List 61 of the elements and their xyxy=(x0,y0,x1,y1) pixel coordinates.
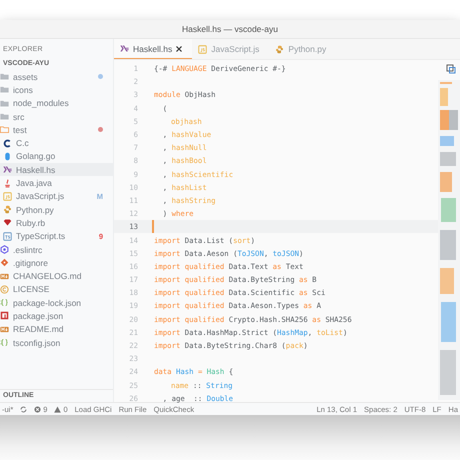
file-name: LICENSE xyxy=(13,284,50,294)
file-name: Golang.go xyxy=(16,151,56,162)
file-name: test xyxy=(13,124,28,135)
file-name: JavaScript.js xyxy=(16,191,66,202)
file-name: icons xyxy=(13,84,34,95)
file-tree-item[interactable]: Haskell.hs xyxy=(0,163,113,176)
file-name: TypeScript.ts xyxy=(16,231,66,242)
file-tree-item[interactable]: README.md xyxy=(0,322,113,336)
file-icon xyxy=(3,178,12,188)
file-name: node_modules xyxy=(13,98,70,108)
file-tree-item[interactable]: .gitignore xyxy=(0,256,113,270)
file-name: README.md xyxy=(13,324,65,334)
file-tree-item[interactable]: Java.java xyxy=(0,176,113,190)
text-cursor xyxy=(152,220,154,234)
file-tree-item[interactable]: icons xyxy=(0,83,113,97)
file-tree-item[interactable]: src xyxy=(0,110,113,124)
file-name: Haskell.hs xyxy=(16,164,56,175)
file-tree-item[interactable]: tsconfig.json xyxy=(0,336,113,350)
file-tree-item[interactable]: assets xyxy=(0,70,113,84)
file-name: Ruby.rb xyxy=(16,218,46,228)
file-icon xyxy=(120,44,129,53)
editor-tab[interactable]: Haskell.hs xyxy=(114,39,192,59)
file-icon xyxy=(0,298,9,308)
editor-tab[interactable]: Python.py xyxy=(269,39,336,59)
file-tree-item[interactable]: package-lock.json xyxy=(0,296,113,310)
file-tree-item[interactable]: LICENSE xyxy=(0,282,113,296)
close-icon[interactable] xyxy=(176,46,182,52)
sync-icon[interactable] xyxy=(20,406,28,412)
file-icon xyxy=(3,205,12,214)
file-tree-item[interactable]: CHANGELOG.md xyxy=(0,269,113,283)
file-tree-item[interactable]: package.json xyxy=(0,309,113,323)
file-name: .eslintrc xyxy=(13,244,44,254)
file-icon xyxy=(0,338,9,348)
file-name: package.json xyxy=(13,310,64,321)
file-icon xyxy=(3,218,12,228)
file-name: tsconfig.json xyxy=(13,338,62,348)
file-tree-item[interactable]: Python.py xyxy=(0,202,113,216)
split-preview-icon[interactable] xyxy=(446,64,456,74)
file-tree-item[interactable]: node_modules xyxy=(0,96,113,110)
file-name: Python.py xyxy=(16,204,55,215)
file-tree-item[interactable]: test xyxy=(0,123,113,136)
file-icon xyxy=(275,44,284,54)
file-name: src xyxy=(13,112,26,122)
window-title: Haskell.hs — vscode-ayu xyxy=(182,24,278,34)
file-name: C.c xyxy=(16,138,30,148)
file-icon xyxy=(3,232,12,241)
editor-tab[interactable]: JavaScript.js xyxy=(192,39,270,59)
file-tree-item[interactable]: C.c xyxy=(0,136,113,150)
file-name: assets xyxy=(13,72,39,82)
file-icon xyxy=(0,245,9,254)
file-tree-item[interactable]: .eslintrc xyxy=(0,242,113,256)
file-tree-item[interactable]: Ruby.rb xyxy=(0,216,113,230)
file-icon xyxy=(198,44,208,54)
file-name: CHANGELOG.md xyxy=(13,271,82,282)
file-icon xyxy=(0,284,9,294)
file-name: Java.java xyxy=(16,178,53,188)
file-icon xyxy=(3,192,12,201)
file-icon xyxy=(3,165,12,174)
file-tree-item[interactable]: Golang.go xyxy=(0,150,113,164)
file-name: .gitignore xyxy=(13,258,49,268)
file-name: package-lock.json xyxy=(13,298,82,308)
